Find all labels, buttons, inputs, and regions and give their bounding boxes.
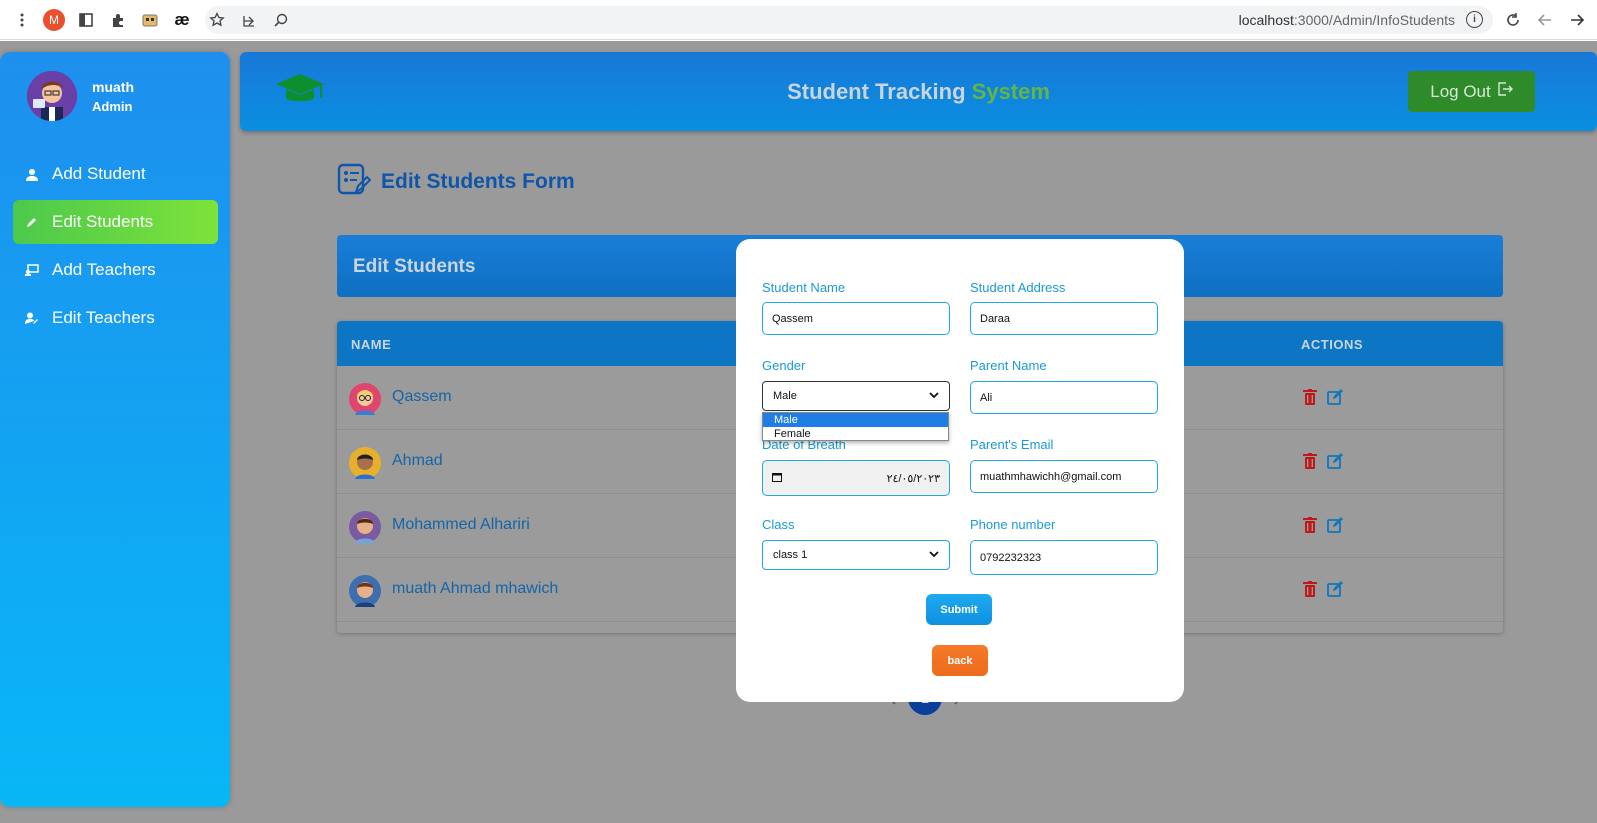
- edit-icon[interactable]: [1327, 517, 1343, 538]
- student-name-link[interactable]: muath Ahmad mhawich: [392, 580, 558, 598]
- chevron-down-icon: [929, 549, 939, 561]
- phone-input[interactable]: 0792232323: [970, 540, 1158, 575]
- gender-option-male[interactable]: Male: [763, 413, 948, 427]
- browser-toolbar: M æ localhost:3000/Admin/InfoStudents i: [0, 0, 1597, 40]
- bookmark-star-icon[interactable]: [205, 8, 229, 32]
- logout-icon: [1497, 81, 1513, 102]
- url-text: localhost:3000/Admin/InfoStudents: [1239, 12, 1455, 28]
- page-title: Edit Students Form: [337, 162, 575, 201]
- edit-icon[interactable]: [1327, 581, 1343, 602]
- class-select[interactable]: class 1: [762, 540, 950, 570]
- column-header-name: NAME: [351, 337, 392, 352]
- gender-select[interactable]: Male: [762, 381, 950, 411]
- edit-student-modal: Student Name Qassem Student Address Dara…: [736, 239, 1184, 702]
- page-heading-text: Edit Students Form: [381, 169, 575, 193]
- trash-icon[interactable]: [1303, 389, 1317, 410]
- avatar: [27, 71, 77, 121]
- back-arrow-icon[interactable]: [1533, 8, 1557, 32]
- row-actions: [1303, 581, 1343, 602]
- parent-email-label: Parent's Email: [970, 437, 1054, 452]
- user-role: Admin: [92, 99, 133, 114]
- teacher-board-icon: [25, 263, 39, 277]
- student-name-input[interactable]: Qassem: [762, 302, 950, 335]
- trash-icon[interactable]: [1303, 517, 1317, 538]
- calendar-icon[interactable]: [772, 472, 782, 485]
- parent-name-label: Parent Name: [970, 358, 1047, 373]
- app-title-main: Student Tracking: [787, 79, 972, 104]
- kebab-menu-icon[interactable]: [10, 8, 34, 32]
- url-path: :3000/Admin/InfoStudents: [1293, 12, 1455, 28]
- row-actions: [1303, 517, 1343, 538]
- extensions-puzzle-icon[interactable]: [106, 8, 130, 32]
- user-name: muath: [92, 79, 134, 95]
- avatar: [349, 575, 381, 607]
- card-title: Edit Students: [353, 256, 476, 277]
- avatar: [349, 511, 381, 543]
- top-header: Student Tracking System Log Out: [240, 52, 1597, 131]
- row-actions: [1303, 453, 1343, 474]
- sidebar-item-edit-teachers[interactable]: Edit Teachers: [13, 296, 218, 340]
- form-edit-icon: [337, 162, 372, 201]
- edit-icon[interactable]: [1327, 389, 1343, 410]
- dob-input[interactable]: ٢٤/٠٥/٢٠٢٣: [762, 460, 950, 496]
- parent-name-input[interactable]: Ali: [970, 381, 1158, 414]
- row-actions: [1303, 389, 1343, 410]
- gender-option-female[interactable]: Female: [763, 427, 948, 441]
- sidebar-item-add-student[interactable]: Add Student: [13, 152, 218, 196]
- student-name-link[interactable]: Mohammed Alhariri: [392, 516, 530, 534]
- class-select-value: class 1: [773, 549, 808, 561]
- student-name-link[interactable]: Ahmad: [392, 452, 443, 470]
- forward-arrow-icon[interactable]: [1565, 8, 1589, 32]
- gender-select-value: Male: [773, 390, 797, 402]
- avatar: [349, 383, 381, 415]
- share-icon[interactable]: [237, 8, 261, 32]
- student-address-label: Student Address: [970, 280, 1066, 295]
- logout-label: Log Out: [1430, 81, 1491, 101]
- trash-icon[interactable]: [1303, 581, 1317, 602]
- address-bar[interactable]: localhost:3000/Admin/InfoStudents i: [205, 6, 1493, 34]
- sidebar-item-label: Add Student: [52, 164, 146, 183]
- pencil-icon: [25, 215, 39, 229]
- student-name-label: Student Name: [762, 280, 846, 295]
- extension-robot-icon[interactable]: [138, 8, 162, 32]
- back-button[interactable]: back: [932, 645, 988, 676]
- class-label: Class: [762, 517, 795, 532]
- sidebar-item-label: Edit Teachers: [52, 308, 155, 327]
- reload-icon[interactable]: [1501, 8, 1525, 32]
- submit-button[interactable]: Submit: [926, 594, 992, 625]
- sidebar-item-label: Add Teachers: [52, 260, 156, 279]
- student-address-input[interactable]: Daraa: [970, 302, 1158, 335]
- gender-label: Gender: [762, 358, 806, 373]
- dob-value: ٢٤/٠٥/٢٠٢٣: [886, 472, 940, 485]
- gender-dropdown-list: Male Female: [762, 412, 949, 441]
- chevron-down-icon: [929, 390, 939, 402]
- profile-avatar[interactable]: M: [42, 8, 66, 32]
- user-edit-icon: [25, 311, 39, 325]
- column-header-actions: ACTIONS: [1301, 337, 1363, 352]
- sidebar-toggle-icon[interactable]: [74, 8, 98, 32]
- student-name-link[interactable]: Qassem: [392, 388, 452, 406]
- trash-icon[interactable]: [1303, 453, 1317, 474]
- site-info-icon[interactable]: i: [1466, 11, 1483, 28]
- app-title: Student Tracking System: [240, 79, 1597, 105]
- sidebar-item-edit-students[interactable]: Edit Students: [13, 200, 218, 244]
- sidebar-item-label: Edit Students: [52, 212, 154, 231]
- app-overlay: muath Admin Add Student Edit Students Ad…: [0, 41, 1597, 823]
- sidebar: muath Admin Add Student Edit Students Ad…: [0, 52, 230, 807]
- avatar: [349, 447, 381, 479]
- app-title-accent: System: [971, 79, 1050, 104]
- ae-extension-icon[interactable]: æ: [170, 8, 194, 32]
- url-host: localhost: [1238, 12, 1294, 28]
- logout-button[interactable]: Log Out: [1408, 71, 1535, 112]
- phone-label: Phone number: [970, 517, 1056, 532]
- student-icon: [25, 167, 39, 181]
- parent-email-input[interactable]: muathmhawichh@gmail.com: [970, 460, 1158, 493]
- zoom-search-icon[interactable]: [269, 8, 293, 32]
- edit-icon[interactable]: [1327, 453, 1343, 474]
- sidebar-item-add-teachers[interactable]: Add Teachers: [13, 248, 218, 292]
